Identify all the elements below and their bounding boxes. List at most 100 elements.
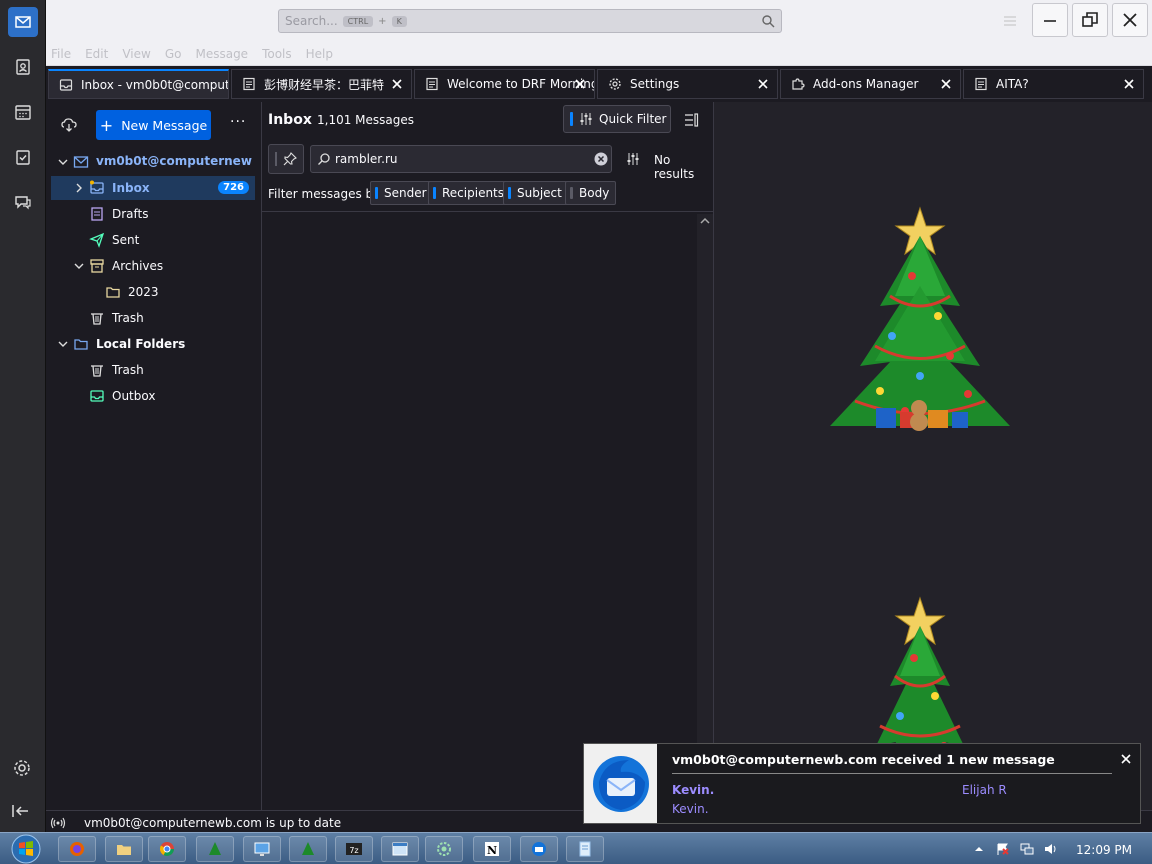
restore-button[interactable] <box>1072 3 1108 37</box>
taskbar-notepad[interactable] <box>566 836 604 862</box>
thunderbird-logo-icon <box>592 755 649 812</box>
taskbar-tree-app[interactable] <box>196 836 234 862</box>
folder-trash[interactable]: Trash <box>51 306 255 330</box>
quick-filter-input[interactable] <box>335 149 585 169</box>
new-message-button[interactable]: + New Message <box>96 110 211 140</box>
gear-icon <box>609 78 621 90</box>
filter-chip-recipients[interactable]: Recipients <box>428 181 512 205</box>
account-mail-icon <box>73 156 89 168</box>
menu-tools[interactable]: Tools <box>262 47 292 61</box>
taskbar-clock[interactable]: 12:09 PM <box>1076 843 1132 857</box>
tab-drf-morning[interactable]: Welcome to DRF Morning <box>414 69 595 99</box>
clear-search-icon[interactable] <box>594 152 608 166</box>
mail-icon <box>15 16 31 28</box>
taskbar-window-app[interactable] <box>381 836 419 862</box>
scroll-up-arrow-icon[interactable] <box>700 216 710 226</box>
show-hidden-icons-arrow[interactable] <box>972 843 986 855</box>
collapse-spaces-icon[interactable] <box>12 804 30 818</box>
close-tab-icon[interactable] <box>574 78 586 90</box>
taskbar-thunderbird[interactable] <box>520 836 558 862</box>
filter-results-text: No results <box>654 153 695 181</box>
local-folders-label: Local Folders <box>96 337 186 351</box>
local-folder-outbox[interactable]: Outbox <box>51 384 255 408</box>
settings-gear-icon[interactable] <box>12 758 32 778</box>
folder-drafts[interactable]: Drafts <box>51 202 255 226</box>
global-search-box[interactable]: Search... CTRL + K <box>278 9 782 33</box>
taskbar-explorer[interactable] <box>105 836 143 862</box>
windows-start-icon <box>11 834 41 864</box>
close-window-button[interactable] <box>1112 3 1148 37</box>
filter-chip-subject[interactable]: Subject <box>503 181 569 205</box>
start-button[interactable] <box>6 834 46 864</box>
local-folders-row[interactable]: Local Folders <box>51 332 255 356</box>
calendar-space-button[interactable] <box>8 97 38 127</box>
quick-filter-button[interactable]: Quick Filter <box>563 105 671 133</box>
chevron-right-icon[interactable] <box>73 182 85 194</box>
menu-view[interactable]: View <box>122 47 150 61</box>
taskbar-chrome[interactable] <box>148 836 186 862</box>
local-folder-trash[interactable]: Trash <box>51 358 255 382</box>
tab-label: Add-ons Manager <box>813 77 919 91</box>
local-folder-icon <box>74 339 88 350</box>
tab-aita[interactable]: AITA? <box>963 69 1144 99</box>
action-center-flag-icon[interactable] <box>996 843 1010 855</box>
volume-icon[interactable] <box>1044 843 1058 855</box>
close-tab-icon[interactable] <box>391 78 403 90</box>
tab-bloomberg[interactable]: 彭博财经早茶：巴菲特 <box>231 69 412 99</box>
folder-pane-more-button[interactable]: ··· <box>230 114 246 130</box>
close-tab-icon[interactable] <box>940 78 952 90</box>
quick-filter-search-field[interactable] <box>310 145 612 173</box>
network-icon[interactable] <box>1020 843 1034 855</box>
folder-archives[interactable]: Archives <box>51 254 255 278</box>
display-options-icon[interactable] <box>683 112 699 128</box>
hamburger-menu-icon[interactable] <box>1002 14 1018 28</box>
folder-2023[interactable]: 2023 <box>51 280 255 304</box>
get-messages-icon[interactable] <box>60 116 78 134</box>
search-icon[interactable] <box>761 14 775 28</box>
folder-label: Outbox <box>112 389 156 403</box>
taskbar-7zip[interactable]: 7z <box>335 836 373 862</box>
account-row[interactable]: vm0b0t@computernewb.com <box>51 150 255 174</box>
chevron-down-icon[interactable] <box>57 156 69 168</box>
close-notification-icon[interactable] <box>1120 753 1132 765</box>
titlebar: Search... CTRL + K <box>46 0 1152 43</box>
folder-inbox[interactable]: Inbox 726 <box>51 176 255 200</box>
folder-sent[interactable]: Sent <box>51 228 255 252</box>
search-icon <box>318 153 330 165</box>
close-tab-icon[interactable] <box>1123 78 1135 90</box>
taskbar-tree-app-2[interactable] <box>289 836 327 862</box>
filter-chip-sender[interactable]: Sender <box>370 181 434 205</box>
svg-text:7z: 7z <box>349 846 358 855</box>
shortcut-key: K <box>391 15 407 27</box>
taskbar-firefox[interactable] <box>58 836 96 862</box>
sticky-filter-button[interactable] <box>268 144 304 174</box>
chat-space-button[interactable] <box>8 187 38 217</box>
tab-label: AITA? <box>996 77 1029 91</box>
menu-go[interactable]: Go <box>165 47 182 61</box>
plus-icon: + <box>99 115 114 135</box>
online-status-icon[interactable] <box>50 816 66 830</box>
folder-pane: + New Message ··· vm0b0t@computernewb.co… <box>46 102 262 810</box>
tab-addons-manager[interactable]: Add-ons Manager <box>780 69 961 99</box>
menu-file[interactable]: File <box>51 47 71 61</box>
address-book-space-button[interactable] <box>8 52 38 82</box>
new-mail-notification[interactable]: vm0b0t@computernewb.com received 1 new m… <box>583 743 1141 824</box>
close-tab-icon[interactable] <box>757 78 769 90</box>
menu-edit[interactable]: Edit <box>85 47 108 61</box>
tab-inbox[interactable]: Inbox - vm0b0t@computernewb.com <box>48 69 229 99</box>
chevron-down-icon[interactable] <box>73 260 85 272</box>
minimize-button[interactable] <box>1032 3 1068 37</box>
tasks-space-button[interactable] <box>8 142 38 172</box>
tab-settings[interactable]: Settings <box>597 69 778 99</box>
taskbar-notion[interactable]: N <box>473 836 511 862</box>
taskbar-gear-app[interactable] <box>425 836 463 862</box>
menu-message[interactable]: Message <box>195 47 248 61</box>
thread-scrollbar[interactable] <box>697 214 713 810</box>
filter-chip-body[interactable]: Body <box>565 181 617 205</box>
advanced-filter-icon[interactable] <box>626 152 640 166</box>
restore-icon <box>1082 12 1098 27</box>
taskbar-control-panel[interactable] <box>243 836 281 862</box>
chevron-down-icon[interactable] <box>57 338 69 350</box>
mail-space-button[interactable] <box>8 7 38 37</box>
menu-help[interactable]: Help <box>306 47 333 61</box>
